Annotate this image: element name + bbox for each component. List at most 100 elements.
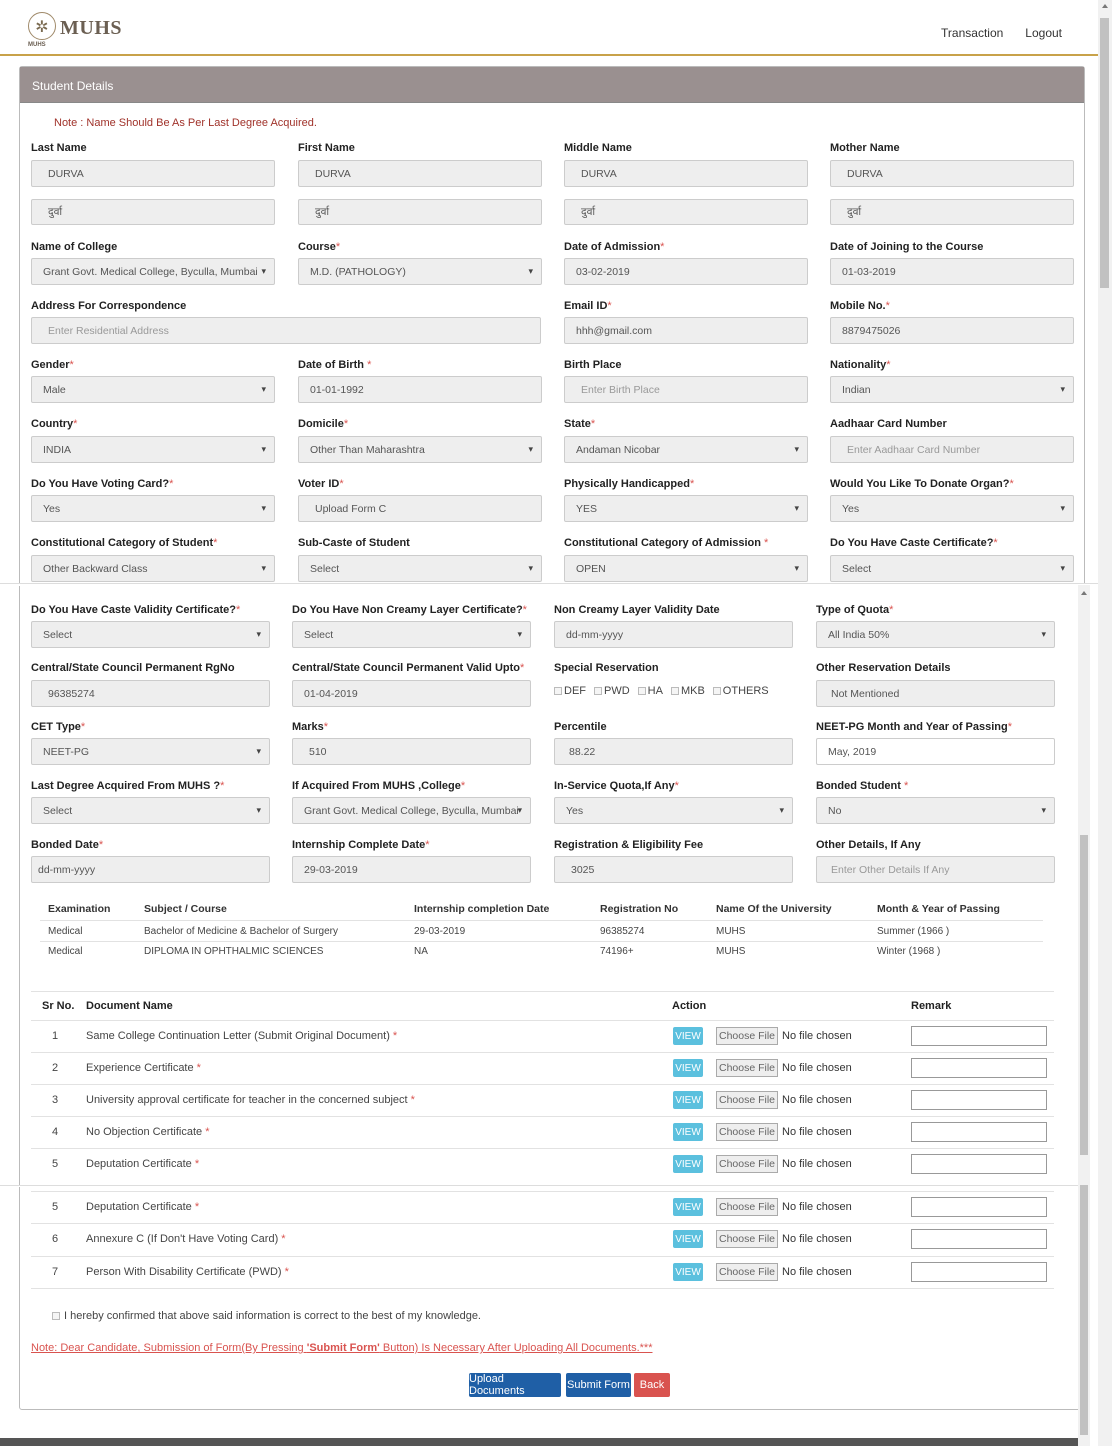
nav-transaction[interactable]: Transaction <box>941 26 1003 40</box>
nationality-select[interactable]: Indian <box>830 376 1074 403</box>
reservation-option-ha[interactable]: HA <box>637 685 663 697</box>
choose-file-button[interactable]: Choose File <box>716 1091 778 1109</box>
inner-scroll-up-icon[interactable] <box>1081 591 1087 595</box>
council-rgno-input[interactable]: 96385274 <box>31 680 270 707</box>
last-name-input[interactable]: DURVA <box>31 160 275 187</box>
page-scrollbar[interactable] <box>1098 0 1112 1446</box>
checkbox-icon[interactable] <box>554 687 562 695</box>
middle-name-marathi-input[interactable]: दुर्वा <box>564 199 808 225</box>
college-select[interactable]: Grant Govt. Medical College, Byculla, Mu… <box>31 258 275 285</box>
non-creamy-date-input[interactable]: dd-mm-yyyy <box>554 621 793 648</box>
course-select[interactable]: M.D. (PATHOLOGY) <box>298 258 542 285</box>
view-button[interactable]: VIEW <box>673 1027 703 1045</box>
confirm-checkbox-icon[interactable] <box>52 1312 60 1320</box>
remark-input[interactable] <box>911 1262 1047 1282</box>
voter-id-input[interactable]: Upload Form C <box>298 495 542 522</box>
percentile-input[interactable]: 88.22 <box>554 738 793 765</box>
mother-name-marathi-input[interactable]: दुर्वा <box>830 199 1074 225</box>
reservation-option-pwd[interactable]: PWD <box>594 685 630 697</box>
remark-input[interactable] <box>911 1154 1047 1174</box>
view-button[interactable]: VIEW <box>673 1263 703 1281</box>
lower-scrollbar[interactable] <box>1078 1185 1090 1446</box>
choose-file-button[interactable]: Choose File <box>716 1155 778 1173</box>
reservation-option-mkb[interactable]: MKB <box>670 685 705 697</box>
mobile-input[interactable]: 8879475026 <box>830 317 1074 344</box>
remark-input[interactable] <box>911 1058 1047 1078</box>
reservation-option-others[interactable]: OTHERS <box>712 685 769 697</box>
middle-name-input[interactable]: DURVA <box>564 160 808 187</box>
checkbox-icon[interactable] <box>594 687 602 695</box>
other-reservation-input[interactable]: Not Mentioned <box>816 680 1055 707</box>
remark-input[interactable] <box>911 1229 1047 1249</box>
remark-input[interactable] <box>911 1090 1047 1110</box>
quota-type-select[interactable]: All India 50% <box>816 621 1055 648</box>
acquired-college-select[interactable]: Grant Govt. Medical College, Byculla, Mu… <box>292 797 531 824</box>
aadhaar-input[interactable]: Enter Aadhaar Card Number <box>830 436 1074 463</box>
state-select[interactable]: Andaman Nicobar <box>564 436 808 463</box>
checkbox-icon[interactable] <box>670 687 679 695</box>
council-valid-input[interactable]: 01-04-2019 <box>292 680 531 707</box>
submit-form-button[interactable]: Submit Form <box>566 1373 631 1397</box>
last-degree-select[interactable]: Select <box>31 797 270 824</box>
upload-documents-button[interactable]: Upload Documents <box>469 1373 561 1397</box>
view-button[interactable]: VIEW <box>673 1155 703 1173</box>
cet-type-select[interactable]: NEET-PG <box>31 738 270 765</box>
first-name-input[interactable]: DURVA <box>298 160 542 187</box>
handicapped-select[interactable]: YES <box>564 495 808 522</box>
country-select[interactable]: INDIA <box>31 436 275 463</box>
internship-date-input[interactable]: 29-03-2019 <box>292 856 531 883</box>
email-input[interactable]: hhh@gmail.com <box>564 317 808 344</box>
view-button[interactable]: VIEW <box>673 1091 703 1109</box>
choose-file-button[interactable]: Choose File <box>716 1230 778 1248</box>
caste-cert-select[interactable]: Select <box>830 555 1074 582</box>
admission-date-input[interactable]: 03-02-2019 <box>564 258 808 285</box>
lower-scroll-thumb[interactable] <box>1080 1185 1088 1435</box>
choose-file-button[interactable]: Choose File <box>716 1059 778 1077</box>
nav-logout[interactable]: Logout <box>1025 26 1062 40</box>
caste-validity-select[interactable]: Select <box>31 621 270 648</box>
confirm-row[interactable]: I hereby confirmed that above said infor… <box>52 1310 481 1322</box>
gender-select[interactable]: Male <box>31 376 275 403</box>
address-input[interactable]: Enter Residential Address <box>31 317 541 344</box>
voting-card-select[interactable]: Yes <box>31 495 275 522</box>
neet-passing-input[interactable]: May, 2019 <box>816 738 1055 765</box>
marks-input[interactable]: 510 <box>292 738 531 765</box>
non-creamy-select[interactable]: Select <box>292 621 531 648</box>
view-button[interactable]: VIEW <box>673 1059 703 1077</box>
reservation-option-def[interactable]: DEF <box>554 685 586 697</box>
sub-caste-select[interactable]: Select <box>298 555 542 582</box>
back-button[interactable]: Back <box>634 1373 670 1397</box>
category-admission-select[interactable]: OPEN <box>564 555 808 582</box>
remark-input[interactable] <box>911 1122 1047 1142</box>
choose-file-button[interactable]: Choose File <box>716 1123 778 1141</box>
inner-scrollbar[interactable] <box>1078 585 1090 1185</box>
checkbox-icon[interactable] <box>712 687 721 695</box>
remark-input[interactable] <box>911 1026 1047 1046</box>
view-button[interactable]: VIEW <box>673 1198 703 1216</box>
bonded-date-input[interactable]: dd-mm-yyyy <box>31 856 270 883</box>
in-service-select[interactable]: Yes <box>554 797 793 824</box>
scroll-up-icon[interactable] <box>1102 4 1108 8</box>
bonded-student-select[interactable]: No <box>816 797 1055 824</box>
remark-input[interactable] <box>911 1197 1047 1217</box>
birth-place-input[interactable]: Enter Birth Place <box>564 376 808 403</box>
category-student-select[interactable]: Other Backward Class <box>31 555 275 582</box>
other-details-input[interactable]: Enter Other Details If Any <box>816 856 1055 883</box>
reg-fee-input[interactable]: 3025 <box>554 856 793 883</box>
view-button[interactable]: VIEW <box>673 1230 703 1248</box>
first-name-marathi-input[interactable]: दुर्वा <box>298 199 542 225</box>
view-button[interactable]: VIEW <box>673 1123 703 1141</box>
dob-input[interactable]: 01-01-1992 <box>298 376 542 403</box>
choose-file-button[interactable]: Choose File <box>716 1027 778 1045</box>
checkbox-icon[interactable] <box>637 687 646 695</box>
inner-scroll-thumb[interactable] <box>1080 835 1088 1155</box>
scroll-thumb[interactable] <box>1100 18 1109 288</box>
choose-file-button[interactable]: Choose File <box>716 1263 778 1281</box>
domicile-select[interactable]: Other Than Maharashtra <box>298 436 542 463</box>
mother-name-input[interactable]: DURVA <box>830 160 1074 187</box>
last-name-marathi-input[interactable]: दुर्वा <box>31 199 275 225</box>
muhs-logo[interactable]: ✲ MUHS MUHS <box>28 12 122 48</box>
joining-date-input[interactable]: 01-03-2019 <box>830 258 1074 285</box>
choose-file-button[interactable]: Choose File <box>716 1198 778 1216</box>
donate-organ-select[interactable]: Yes <box>830 495 1074 522</box>
